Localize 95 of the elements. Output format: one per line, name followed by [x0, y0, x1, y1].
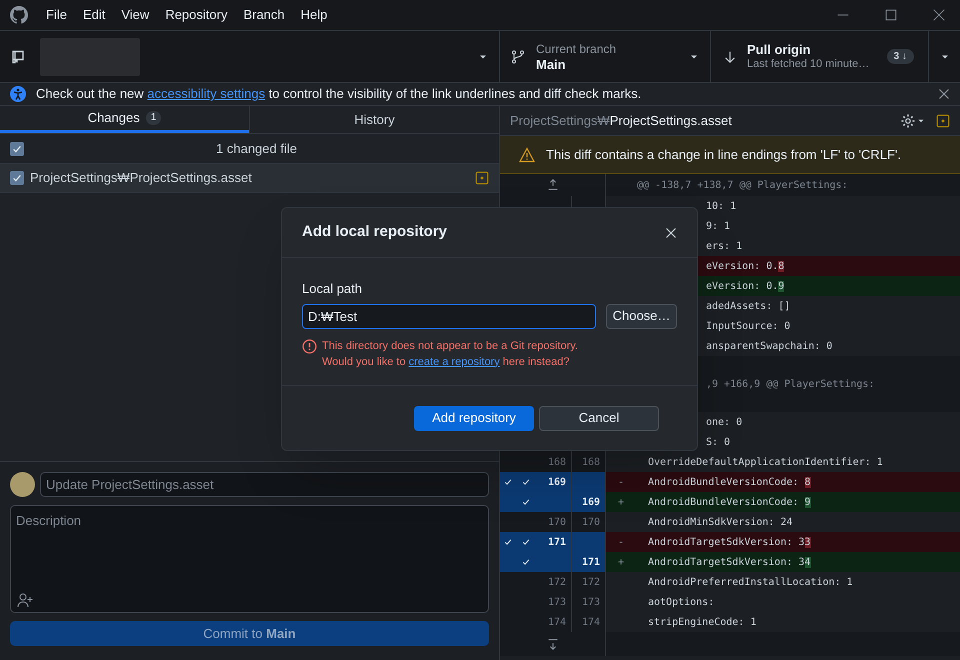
create-repository-link[interactable]: create a repository — [408, 356, 500, 368]
branch-name: Main — [536, 56, 567, 72]
hunk-header: ,9 +166,9 @@ PlayerSettings: — [706, 378, 875, 392]
field-label: Local path — [302, 280, 363, 298]
commit-description-field[interactable]: Description — [10, 505, 489, 613]
pull-origin-button[interactable]: Pull origin Last fetched 10 minute… 3 ↓ — [711, 31, 929, 82]
maximize-icon[interactable] — [884, 8, 898, 22]
commit-button[interactable]: Commit to Main — [10, 621, 489, 646]
code-line: eVersion: 0.9 — [706, 280, 784, 294]
warning-icon — [518, 146, 536, 162]
commit-summary-field[interactable]: Update ProjectSettings.asset — [40, 472, 489, 497]
dialog-title: Add local repository — [302, 222, 448, 242]
code-line: stripEngineCode: 1 — [648, 616, 756, 630]
new-line-number-cell: 170 — [572, 512, 606, 532]
cancel-button[interactable]: Cancel — [539, 406, 659, 430]
changed-files-count: 1 changed file — [215, 140, 298, 158]
diff-sign: + — [618, 556, 624, 570]
new-line-number-cell: 172 — [572, 572, 606, 592]
code-line: eVersion: 0.8 — [706, 260, 784, 274]
code-line: AndroidBundleVersionCode: 9 — [648, 496, 811, 510]
code-line: AndroidBundleVersionCode: 8 — [648, 476, 811, 490]
checkbox[interactable] — [10, 142, 24, 156]
branch-dropdown[interactable]: Current branch Main — [500, 31, 711, 82]
new-line-number-cell: 169 — [572, 492, 606, 512]
file-path: ProjectSettings₩ProjectSettings.asset — [30, 169, 253, 188]
avatar — [10, 472, 35, 497]
tab[interactable]: Changes 1 — [0, 106, 249, 133]
new-line-number-cell: 173 — [572, 592, 606, 612]
menu-item[interactable]: Help — [292, 5, 336, 25]
code-line: InputSource: 0 — [706, 320, 790, 334]
code-line: ansparentSwapchain: 0 — [706, 340, 832, 354]
local-path-field[interactable]: D:₩Test — [302, 304, 596, 328]
file-list-item[interactable]: ProjectSettings₩ProjectSettings.asset — [0, 164, 499, 193]
error-message: This directory does not appear to be a Git repository. Would you like to create a repository here instead? — [322, 338, 578, 370]
line-number: 173 — [548, 596, 566, 610]
count-badge: 3 ↓ — [886, 49, 914, 64]
checkmark-icon — [11, 172, 23, 184]
hunk-header: @@ -138,7 +138,7 @@ PlayerSettings: — [637, 178, 848, 192]
code-line: AndroidPreferredInstallLocation: 1 — [648, 576, 853, 590]
line-endings-warning: This diff contains a change in line endings from 'LF' to 'CRLF'. — [546, 146, 902, 164]
count-badge: 1 — [146, 111, 162, 125]
menu-item[interactable]: Repository — [157, 5, 236, 25]
banner-message: Check out the new accessibility settings to control the visibility of the link underlines and diff check marks. — [36, 85, 642, 104]
code-line: one: 0 — [706, 416, 742, 430]
modified-file-icon — [475, 171, 489, 185]
checkbox[interactable] — [10, 171, 24, 185]
close-icon[interactable] — [938, 88, 950, 100]
diff-file-path: ProjectSettings₩ProjectSettings.asset — [510, 112, 732, 130]
accessibility-settings-link[interactable]: accessibility settings — [147, 86, 266, 102]
line-number: 170 — [548, 516, 566, 530]
diff-sign: - — [618, 536, 624, 550]
branch-icon — [510, 48, 526, 64]
diff-sign: + — [618, 496, 624, 510]
pull-title: Pull origin — [747, 42, 812, 56]
line-number: 169 — [548, 476, 566, 490]
new-line-number-cell: 171 — [572, 552, 606, 572]
code-line: AndroidTargetSdkVersion: 34 — [648, 556, 811, 570]
choose-button[interactable]: Choose… — [606, 304, 677, 328]
add-repository-button[interactable]: Add repository — [414, 406, 534, 430]
diff-settings-button[interactable] — [900, 112, 926, 128]
new-line-number-cell: 174 — [572, 612, 606, 632]
code-line: ers: 1 — [706, 240, 742, 254]
menu-item[interactable]: Branch — [235, 5, 293, 25]
code-line: AndroidMinSdkVersion: 24 — [648, 516, 792, 530]
new-line-number-cell: 168 — [572, 452, 606, 472]
code-line: adedAssets: [] — [706, 300, 790, 314]
menu-item[interactable]: File — [38, 5, 75, 25]
line-number: 174 — [548, 616, 566, 630]
add-person-icon[interactable] — [16, 592, 34, 608]
branch-label: Current branch — [536, 42, 616, 56]
repo-icon — [10, 48, 26, 64]
menu-item[interactable]: View — [113, 5, 158, 25]
tab[interactable]: History — [249, 106, 499, 133]
diff-sign: - — [618, 476, 624, 490]
arrow-down-icon — [723, 50, 737, 64]
expand-down-icon[interactable] — [546, 637, 560, 651]
close-icon[interactable] — [932, 8, 946, 22]
last-fetched-text: Last fetched 10 minute… — [747, 57, 870, 72]
code-line: AndroidTargetSdkVersion: 33 — [648, 536, 811, 550]
code-line: S: 0 — [706, 436, 730, 450]
line-number: 168 — [548, 456, 566, 470]
expand-up-icon[interactable] — [546, 178, 560, 192]
code-line: aotOptions: — [648, 596, 714, 610]
code-line: 10: 1 — [706, 200, 736, 214]
line-number: 171 — [548, 536, 566, 550]
code-line: 9: 1 — [706, 220, 730, 234]
menu-item[interactable]: Edit — [74, 5, 114, 25]
accessibility-icon — [10, 86, 26, 102]
github-logo-icon — [10, 6, 28, 24]
close-icon[interactable] — [665, 226, 677, 238]
modified-file-icon — [936, 114, 950, 128]
gear-icon — [900, 112, 916, 128]
code-line: OverrideDefaultApplicationIdentifier: 1 — [648, 456, 883, 470]
line-number: 172 — [548, 576, 566, 590]
error-icon — [302, 338, 317, 354]
